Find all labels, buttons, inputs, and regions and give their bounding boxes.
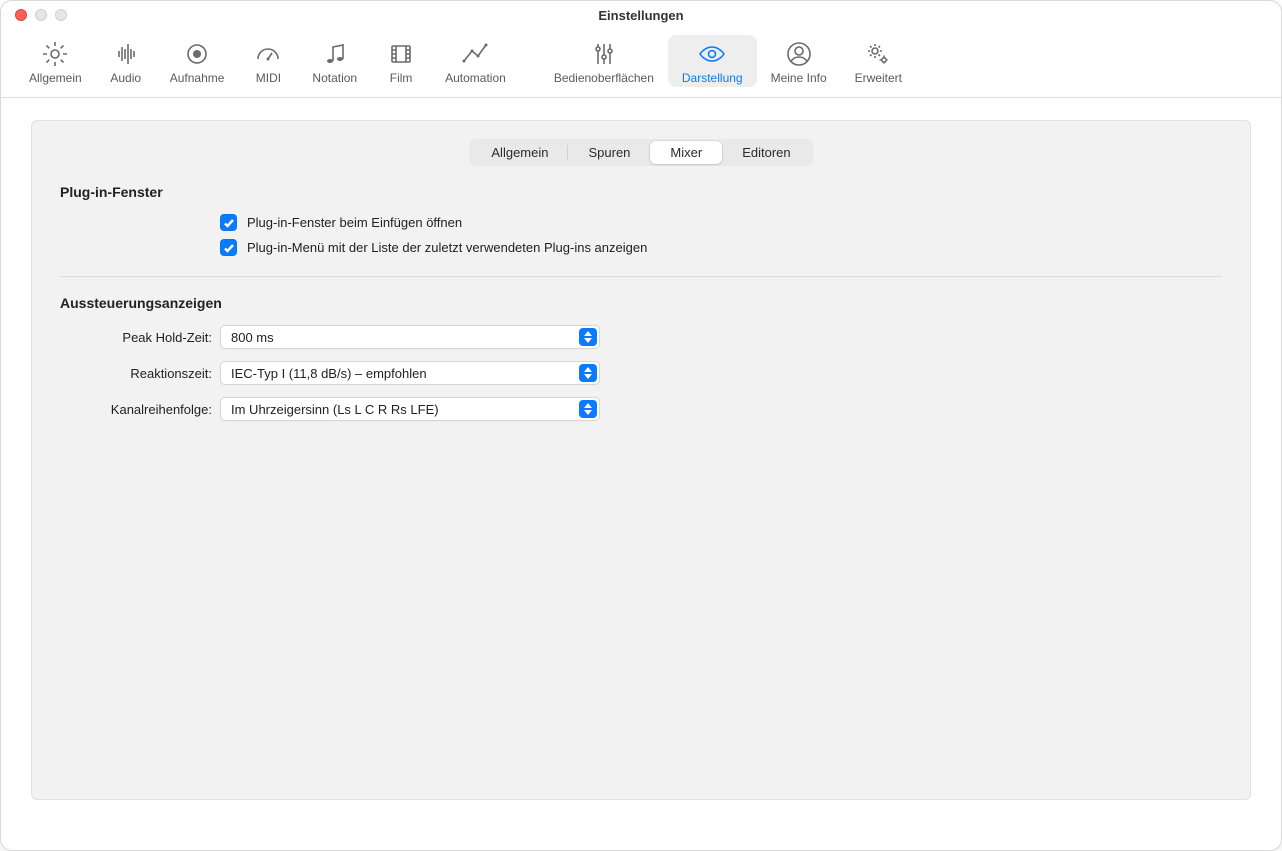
preferences-window: Einstellungen Allgemein Audio Aufnahme [0,0,1282,851]
select-channel-order[interactable]: Im Uhrzeigersinn (Ls L C R Rs LFE) [220,397,600,421]
select-value: IEC-Typ I (11,8 dB/s) – empfohlen [231,366,427,381]
check-icon [223,217,235,229]
titlebar: Einstellungen [1,1,1281,29]
sliders-icon [589,39,619,69]
toolbar-label: Erweitert [855,71,902,85]
toolbar-item-allgemein[interactable]: Allgemein [15,35,96,87]
automation-icon [460,39,490,69]
tab-spuren[interactable]: Spuren [568,141,650,164]
gears-icon [863,39,893,69]
tab-mixer[interactable]: Mixer [650,141,722,164]
toolbar-label: Audio [110,71,141,85]
content-panel: Allgemein Spuren Mixer Editoren Plug-in-… [31,120,1251,800]
row-reaction: Reaktionszeit: IEC-Typ I (11,8 dB/s) – e… [60,361,1222,385]
record-icon [182,39,212,69]
checkbox-label: Plug-in-Fenster beim Einfügen öffnen [247,215,462,230]
label-reaction: Reaktionszeit: [60,366,220,381]
film-icon [386,39,416,69]
toolbar-label: Allgemein [29,71,82,85]
toolbar-item-aufnahme[interactable]: Aufnahme [156,35,239,87]
checkbox-row-recent-menu: Plug-in-Menü mit der Liste der zuletzt v… [220,239,1222,256]
label-channel-order: Kanalreihenfolge: [60,402,220,417]
toolbar: Allgemein Audio Aufnahme MIDI Notation [1,29,1281,98]
checkbox-recent-menu[interactable] [220,239,237,256]
toolbar-item-notation[interactable]: Notation [298,35,371,87]
select-value: Im Uhrzeigersinn (Ls L C R Rs LFE) [231,402,439,417]
toolbar-label: Darstellung [682,71,743,85]
checkbox-row-open-on-insert: Plug-in-Fenster beim Einfügen öffnen [220,214,1222,231]
gauge-icon [253,39,283,69]
section-title-plugin: Plug-in-Fenster [60,184,1222,200]
toolbar-label: Film [390,71,413,85]
toolbar-item-midi[interactable]: MIDI [238,35,298,87]
tab-editoren[interactable]: Editoren [722,141,810,164]
music-note-icon [320,39,350,69]
close-window-button[interactable] [15,9,27,21]
zoom-window-button[interactable] [55,9,67,21]
toolbar-label: Notation [312,71,357,85]
toolbar-item-darstellung[interactable]: Darstellung [668,35,757,87]
toolbar-label: Bedienoberflächen [554,71,654,85]
select-reaction[interactable]: IEC-Typ I (11,8 dB/s) – empfohlen [220,361,600,385]
toolbar-label: MIDI [256,71,281,85]
row-peak-hold: Peak Hold-Zeit: 800 ms [60,325,1222,349]
toolbar-item-audio[interactable]: Audio [96,35,156,87]
toolbar-item-automation[interactable]: Automation [431,35,520,87]
minimize-window-button[interactable] [35,9,47,21]
user-icon [784,39,814,69]
toolbar-label: Automation [445,71,506,85]
chevron-up-down-icon [579,328,597,346]
toolbar-item-meineinfo[interactable]: Meine Info [757,35,841,87]
toolbar-label: Aufnahme [170,71,225,85]
gear-icon [40,39,70,69]
tab-allgemein[interactable]: Allgemein [471,141,568,164]
eye-icon [697,39,727,69]
window-controls [15,9,67,21]
toolbar-item-erweitert[interactable]: Erweitert [841,35,916,87]
select-peak-hold[interactable]: 800 ms [220,325,600,349]
checkbox-open-on-insert[interactable] [220,214,237,231]
chevron-up-down-icon [579,364,597,382]
toolbar-label: Meine Info [771,71,827,85]
section-title-meters: Aussteuerungsanzeigen [60,295,1222,311]
sub-tabs: Allgemein Spuren Mixer Editoren [469,139,812,166]
content-wrap: Allgemein Spuren Mixer Editoren Plug-in-… [1,98,1281,822]
row-channel-order: Kanalreihenfolge: Im Uhrzeigersinn (Ls L… [60,397,1222,421]
select-value: 800 ms [231,330,274,345]
check-icon [223,242,235,254]
toolbar-item-film[interactable]: Film [371,35,431,87]
window-title: Einstellungen [598,8,683,23]
checkbox-label: Plug-in-Menü mit der Liste der zuletzt v… [247,240,647,255]
label-peak-hold: Peak Hold-Zeit: [60,330,220,345]
chevron-up-down-icon [579,400,597,418]
waveform-icon [111,39,141,69]
divider [60,276,1222,277]
toolbar-item-bedienoberflaechen[interactable]: Bedienoberflächen [540,35,668,87]
